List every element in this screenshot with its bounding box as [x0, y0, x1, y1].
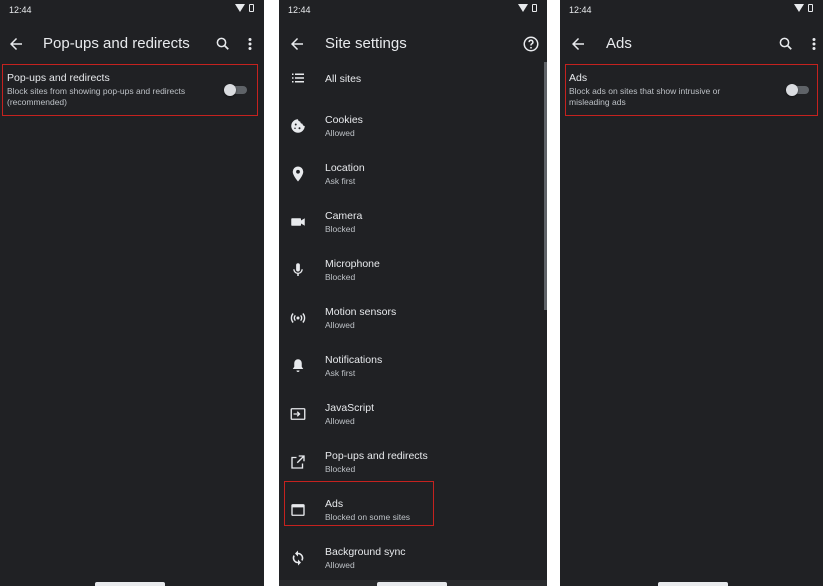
status-bar: 12:44 [0, 0, 264, 22]
phone-screen-ads: 12:44 Ads Ads Block ads on sites that sh… [560, 0, 823, 586]
battery-icon [808, 4, 813, 12]
setting-label: Location [325, 162, 365, 174]
more-options-icon[interactable] [241, 35, 259, 53]
wifi-icon [794, 4, 804, 12]
highlight-box [2, 64, 258, 116]
battery-icon [249, 4, 254, 12]
highlight-box [284, 481, 434, 526]
setting-microphone[interactable]: Microphone Blocked [279, 248, 547, 296]
status-bar: 12:44 [560, 0, 823, 22]
setting-label: Camera [325, 210, 363, 222]
setting-background-sync[interactable]: Background sync Allowed [279, 536, 547, 584]
setting-label: Background sync [325, 546, 406, 558]
status-time: 12:44 [569, 5, 592, 15]
phone-screen-site-settings: 12:44 Site settings All sites Cookies Al… [279, 0, 547, 586]
list-icon [289, 69, 307, 87]
setting-cookies[interactable]: Cookies Allowed [279, 104, 547, 152]
app-bar: Pop-ups and redirects [0, 26, 264, 62]
location-pin-icon [289, 165, 307, 183]
setting-label: Notifications [325, 354, 383, 366]
setting-all-sites[interactable]: All sites [279, 56, 547, 104]
setting-label: Microphone [325, 258, 380, 270]
back-arrow-icon[interactable] [7, 35, 25, 53]
motion-sensors-icon [289, 309, 307, 327]
phone-screen-popups: 12:44 Pop-ups and redirects Pop-ups and … [0, 0, 264, 586]
setting-label: All sites [325, 73, 362, 85]
cookie-icon [289, 117, 307, 135]
setting-notifications[interactable]: Notifications Ask first [279, 344, 547, 392]
scrollbar[interactable] [544, 62, 547, 310]
page-title: Site settings [325, 35, 407, 52]
wifi-icon [518, 4, 528, 12]
setting-label: Cookies [325, 114, 363, 126]
setting-status: Blocked [325, 224, 356, 234]
setting-location[interactable]: Location Ask first [279, 152, 547, 200]
setting-status: Ask first [325, 368, 356, 378]
help-icon[interactable] [522, 35, 540, 53]
more-options-icon[interactable] [805, 35, 823, 53]
app-bar: Ads [560, 26, 823, 62]
bell-icon [289, 357, 307, 375]
back-arrow-icon[interactable] [288, 35, 306, 53]
setting-status: Blocked [325, 272, 356, 282]
setting-label: JavaScript [325, 402, 375, 414]
open-in-new-icon [289, 453, 307, 471]
camera-icon [289, 213, 307, 231]
javascript-icon [289, 405, 307, 423]
sync-icon [289, 549, 307, 567]
setting-javascript[interactable]: JavaScript Allowed [279, 392, 547, 440]
setting-label: Motion sensors [325, 306, 397, 318]
search-icon[interactable] [777, 35, 795, 53]
setting-status: Allowed [325, 416, 355, 426]
setting-camera[interactable]: Camera Blocked [279, 200, 547, 248]
battery-icon [532, 4, 537, 12]
back-arrow-icon[interactable] [569, 35, 587, 53]
page-title: Ads [606, 35, 632, 52]
setting-status: Allowed [325, 128, 355, 138]
highlight-box [565, 64, 818, 116]
setting-status: Ask first [325, 176, 356, 186]
setting-status: Blocked [325, 464, 356, 474]
page-title: Pop-ups and redirects [43, 35, 190, 52]
setting-label: Pop-ups and redirects [325, 450, 428, 462]
microphone-icon [289, 261, 307, 279]
setting-status: Allowed [325, 560, 355, 570]
setting-motion-sensors[interactable]: Motion sensors Allowed [279, 296, 547, 344]
status-time: 12:44 [9, 5, 32, 15]
status-bar: 12:44 [279, 0, 547, 22]
search-icon[interactable] [214, 35, 232, 53]
status-time: 12:44 [288, 5, 311, 15]
setting-status: Allowed [325, 320, 355, 330]
wifi-icon [235, 4, 245, 12]
